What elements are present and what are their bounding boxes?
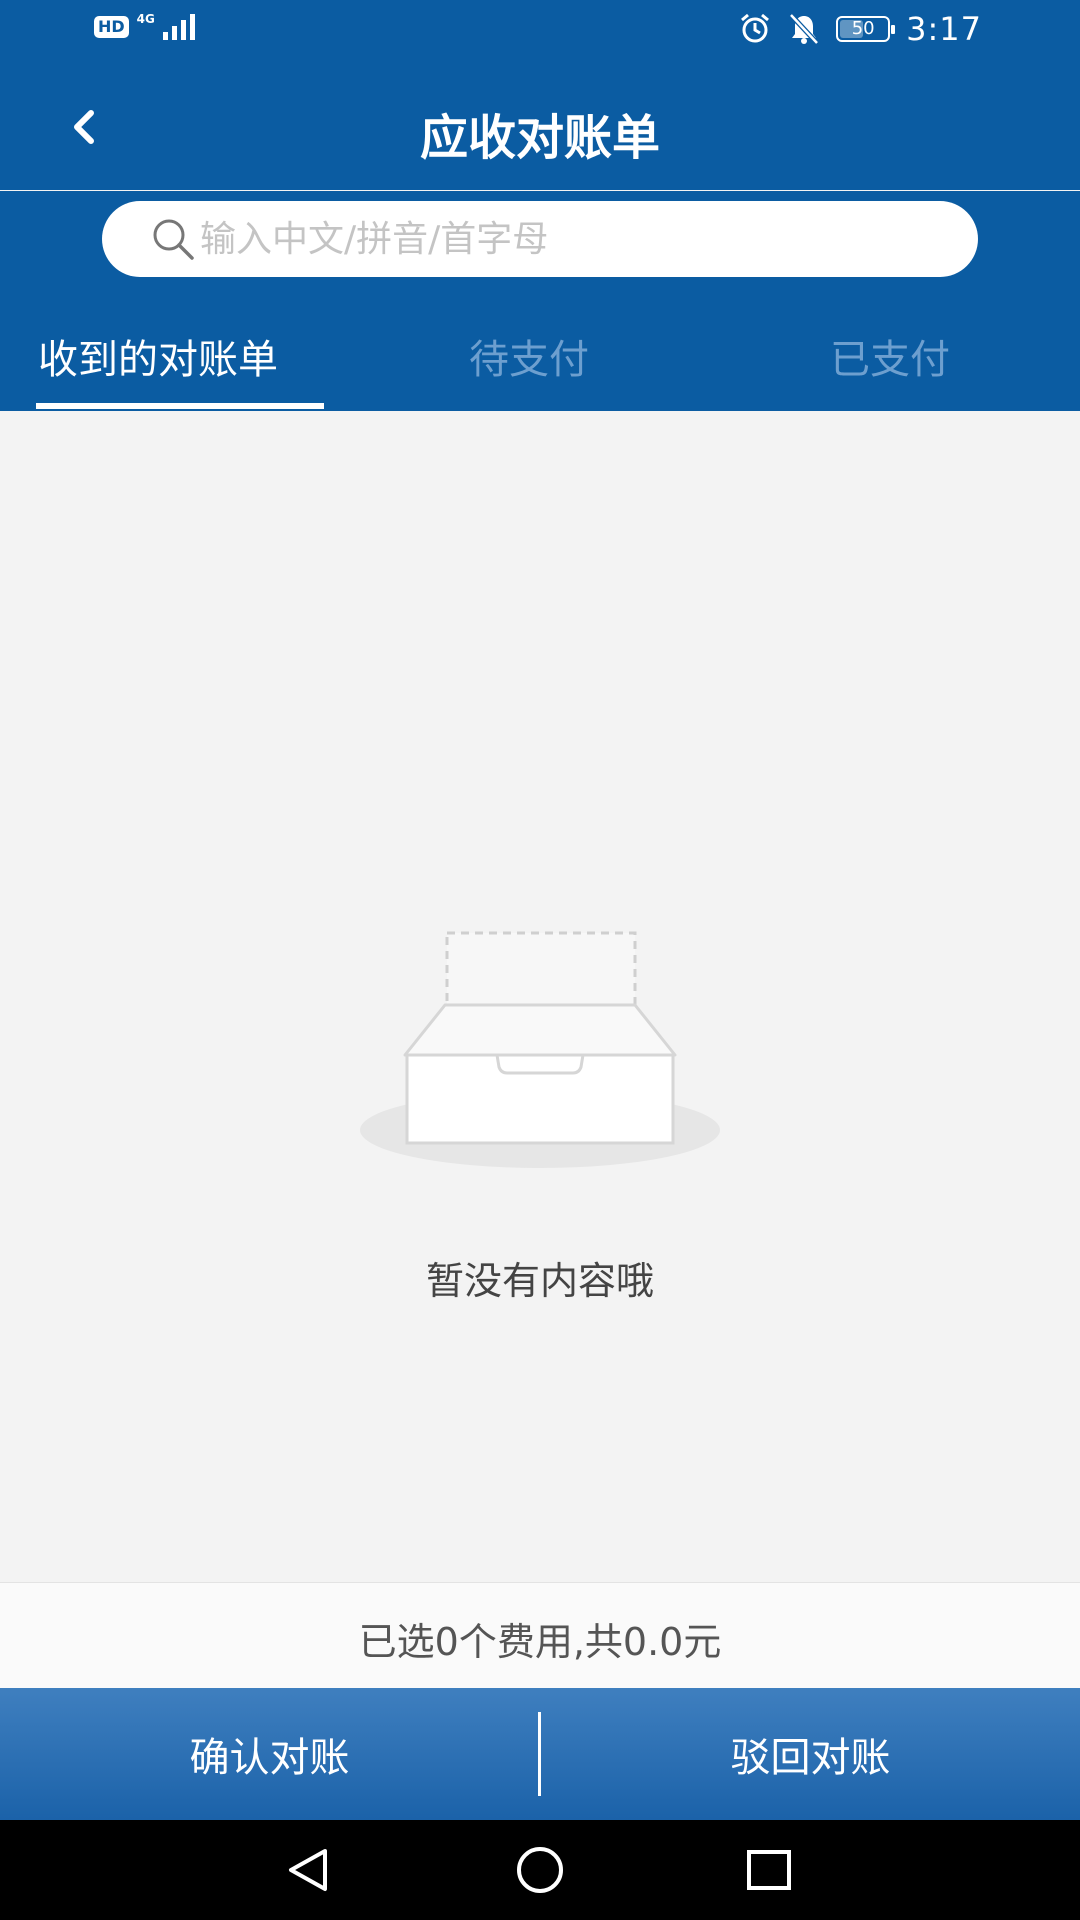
confirm-reconciliation-button[interactable]: 确认对账 <box>0 1688 539 1820</box>
tab-pending-payment[interactable]: 待支付 <box>469 327 589 385</box>
triangle-back-icon <box>289 1849 327 1891</box>
nav-back-button[interactable] <box>273 1835 343 1905</box>
notifications-off-icon <box>789 13 819 45</box>
reject-reconciliation-button[interactable]: 驳回对账 <box>541 1688 1080 1820</box>
tab-received-statements[interactable]: 收到的对账单 <box>38 327 278 385</box>
page-title: 应收对账单 <box>419 110 660 166</box>
status-bar: HD 4G 50 3:17 <box>0 0 1080 62</box>
status-left: HD 4G <box>94 12 197 40</box>
clock: 3:17 <box>906 10 982 48</box>
search-area <box>0 191 1080 281</box>
network-type: 4G <box>136 12 155 26</box>
nav-recents-button[interactable] <box>734 1835 804 1905</box>
system-navigation-bar <box>0 1820 1080 1920</box>
empty-state-message: 暂没有内容哦 <box>425 1259 654 1303</box>
tab-bar: 收到的对账单 待支付 已支付 <box>0 281 1080 411</box>
hd-badge: HD <box>94 16 129 38</box>
selection-summary-text: 已选0个费用,共0.0元 <box>358 1620 722 1664</box>
nav-home-button[interactable] <box>505 1835 575 1905</box>
alarm-icon <box>741 13 770 43</box>
app-bar: 应收对账单 <box>0 62 1080 190</box>
circle-home-icon <box>517 1847 563 1893</box>
signal-icon <box>162 14 195 40</box>
battery-indicator: 50 <box>836 16 896 42</box>
empty-box-illustration <box>360 931 720 1168</box>
selection-summary-bar: 已选0个费用,共0.0元 <box>0 1582 1080 1689</box>
square-recents-icon <box>747 1850 791 1890</box>
action-bar: 确认对账 驳回对账 <box>0 1688 1080 1820</box>
search-icon <box>153 219 194 260</box>
search-box[interactable] <box>102 201 978 277</box>
status-right: 50 3:17 <box>738 10 982 48</box>
active-tab-indicator <box>36 403 324 409</box>
battery-percent: 50 <box>851 18 875 39</box>
tab-paid[interactable]: 已支付 <box>830 327 950 385</box>
search-input[interactable] <box>198 217 902 261</box>
